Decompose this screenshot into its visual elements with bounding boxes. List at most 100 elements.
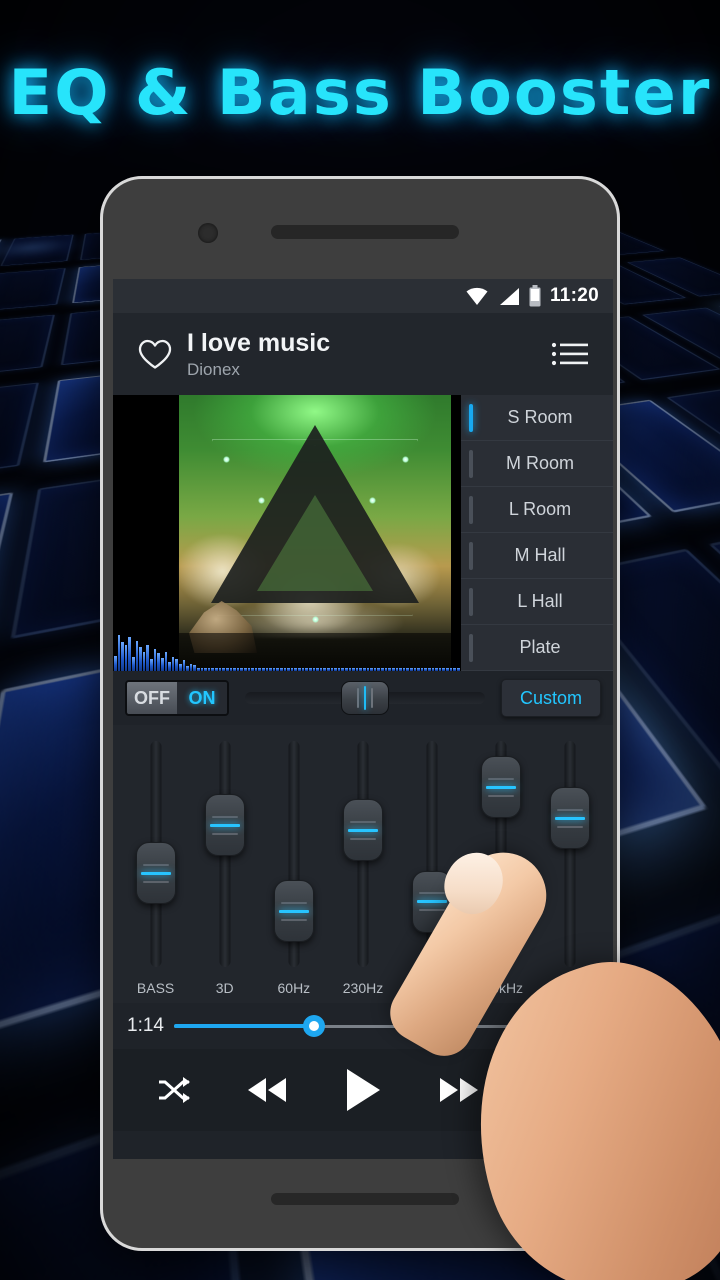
thumb-line: [142, 880, 169, 883]
eq-band-230hz[interactable]: [328, 735, 397, 973]
total-time: 3:5: [572, 1015, 599, 1036]
preset-item-m-hall[interactable]: M Hall: [461, 533, 613, 579]
rewind-icon: [247, 1078, 286, 1102]
thumb-line: [280, 918, 307, 921]
equalizer-sliders[interactable]: [113, 725, 613, 973]
preset-item-m-room[interactable]: M Room: [461, 441, 613, 487]
play-icon: [346, 1069, 380, 1111]
eq-band-bass[interactable]: [121, 735, 190, 973]
visualizer-bar: [446, 667, 449, 671]
visualizer-bar: [233, 668, 236, 671]
visualizer-bar: [218, 667, 222, 671]
visualizer-bar: [359, 668, 363, 671]
visualizer-bar: [236, 667, 240, 671]
eq-power-toggle[interactable]: OFF ON: [125, 680, 229, 716]
eq-band-3d[interactable]: [190, 735, 259, 973]
visualizer-bar: [164, 652, 168, 671]
visualizer-bar: [420, 667, 424, 671]
eq-band-thumb[interactable]: [135, 842, 176, 905]
eq-band-label: 60Hz: [277, 980, 311, 996]
audio-visualizer: [113, 633, 461, 671]
visualizer-bar: [153, 649, 157, 671]
visualizer-bar: [308, 667, 312, 671]
thumb-line: [419, 909, 446, 912]
preset-item-l-hall[interactable]: L Hall: [461, 579, 613, 625]
visualizer-bar: [352, 668, 355, 671]
favorite-button[interactable]: [127, 339, 183, 370]
virtualizer-thumb[interactable]: [341, 681, 389, 715]
eq-band-thumb[interactable]: [342, 799, 383, 862]
eq-band-thumb[interactable]: [273, 880, 314, 943]
visualizer-bar: [265, 667, 269, 671]
eq-band-3.6khz[interactable]: [467, 735, 536, 973]
playlist-button[interactable]: [541, 340, 599, 368]
visualizer-bar: [160, 658, 164, 671]
album-art-inner-triangle: [257, 495, 373, 591]
visualizer-bar: [341, 668, 344, 671]
eq-band-thumb[interactable]: [412, 870, 453, 933]
eq-band-thumb[interactable]: [481, 756, 522, 819]
visualizer-bar: [330, 668, 334, 671]
visualizer-bar: [449, 668, 453, 671]
eq-band-rail: [426, 741, 438, 967]
visualizer-bar: [283, 667, 287, 671]
signal-icon: [499, 287, 519, 305]
visualizer-bar: [294, 668, 298, 671]
seek-thumb[interactable]: [302, 1015, 325, 1037]
visualizer-bar: [178, 663, 182, 671]
eq-band-14khz[interactable]: [536, 735, 605, 973]
visualizer-bar: [243, 668, 247, 671]
eq-band-60hz[interactable]: [259, 735, 328, 973]
preset-list[interactable]: S Room M Room L Room M Hall L Hall Plate: [461, 395, 613, 671]
visualizer-bar: [225, 668, 229, 671]
visualizer-bar: [171, 656, 175, 671]
preset-item-plate[interactable]: Plate: [461, 625, 613, 671]
seek-progress: [173, 1024, 314, 1028]
shuffle-button[interactable]: [157, 1076, 191, 1104]
eq-band-thumb[interactable]: [204, 794, 245, 857]
repeat-icon: [538, 1079, 567, 1101]
preset-item-l-room[interactable]: L Room: [461, 487, 613, 533]
previous-button[interactable]: [246, 1075, 288, 1105]
seek-slider[interactable]: [173, 1015, 563, 1037]
play-button[interactable]: [343, 1067, 383, 1113]
eq-band-label: 3.6kHz: [479, 980, 524, 996]
visualizer-bar: [251, 668, 254, 671]
visualizer-bar: [290, 667, 294, 671]
thumb-line: [488, 794, 515, 797]
eq-band-label: BASS: [136, 980, 175, 996]
visualizer-bar: [363, 668, 366, 671]
virtualizer-slider[interactable]: [239, 680, 491, 716]
visualizer-bar: [132, 657, 135, 671]
visualizer-bar: [442, 668, 446, 671]
toggle-on-segment[interactable]: ON: [177, 682, 227, 714]
visualizer-bar: [366, 668, 370, 671]
visualizer-bar: [157, 652, 160, 671]
thumb-line: [488, 777, 515, 780]
next-button[interactable]: [438, 1075, 480, 1105]
equalizer-labels: BASS 3D 60Hz 230Hz 910Hz 3.6kHz 14kHz: [113, 973, 613, 1003]
visualizer-bar: [142, 651, 146, 671]
visualizer-bar: [348, 668, 352, 671]
earpiece-speaker: [271, 225, 459, 239]
visualizer-bar: [128, 637, 132, 671]
visualizer-bar: [334, 668, 337, 671]
thumb-line: [557, 825, 584, 828]
visualizer-bar: [121, 642, 124, 671]
preset-label: M Room: [505, 453, 574, 473]
visualizer-bar: [280, 668, 283, 671]
now-playing-header: I love music Dionex: [113, 313, 613, 395]
phone-screen: 11:20 I love music Dionex S Room M Room …: [113, 279, 613, 1159]
seek-bar-row: 1:14 3:5: [113, 1003, 613, 1049]
status-clock: 11:20: [549, 285, 599, 306]
toggle-off-segment[interactable]: OFF: [127, 682, 177, 714]
repeat-button[interactable]: [535, 1076, 569, 1104]
preset-item-s-room[interactable]: S Room: [461, 395, 613, 441]
visualizer-bar: [409, 667, 413, 671]
eq-band-label: 230Hz: [342, 980, 384, 996]
eq-band-910hz[interactable]: [398, 735, 467, 973]
preset-indicator: [469, 495, 473, 524]
eq-band-thumb[interactable]: [550, 787, 591, 850]
custom-preset-button[interactable]: Custom: [501, 679, 601, 717]
visualizer-bar: [337, 667, 341, 671]
